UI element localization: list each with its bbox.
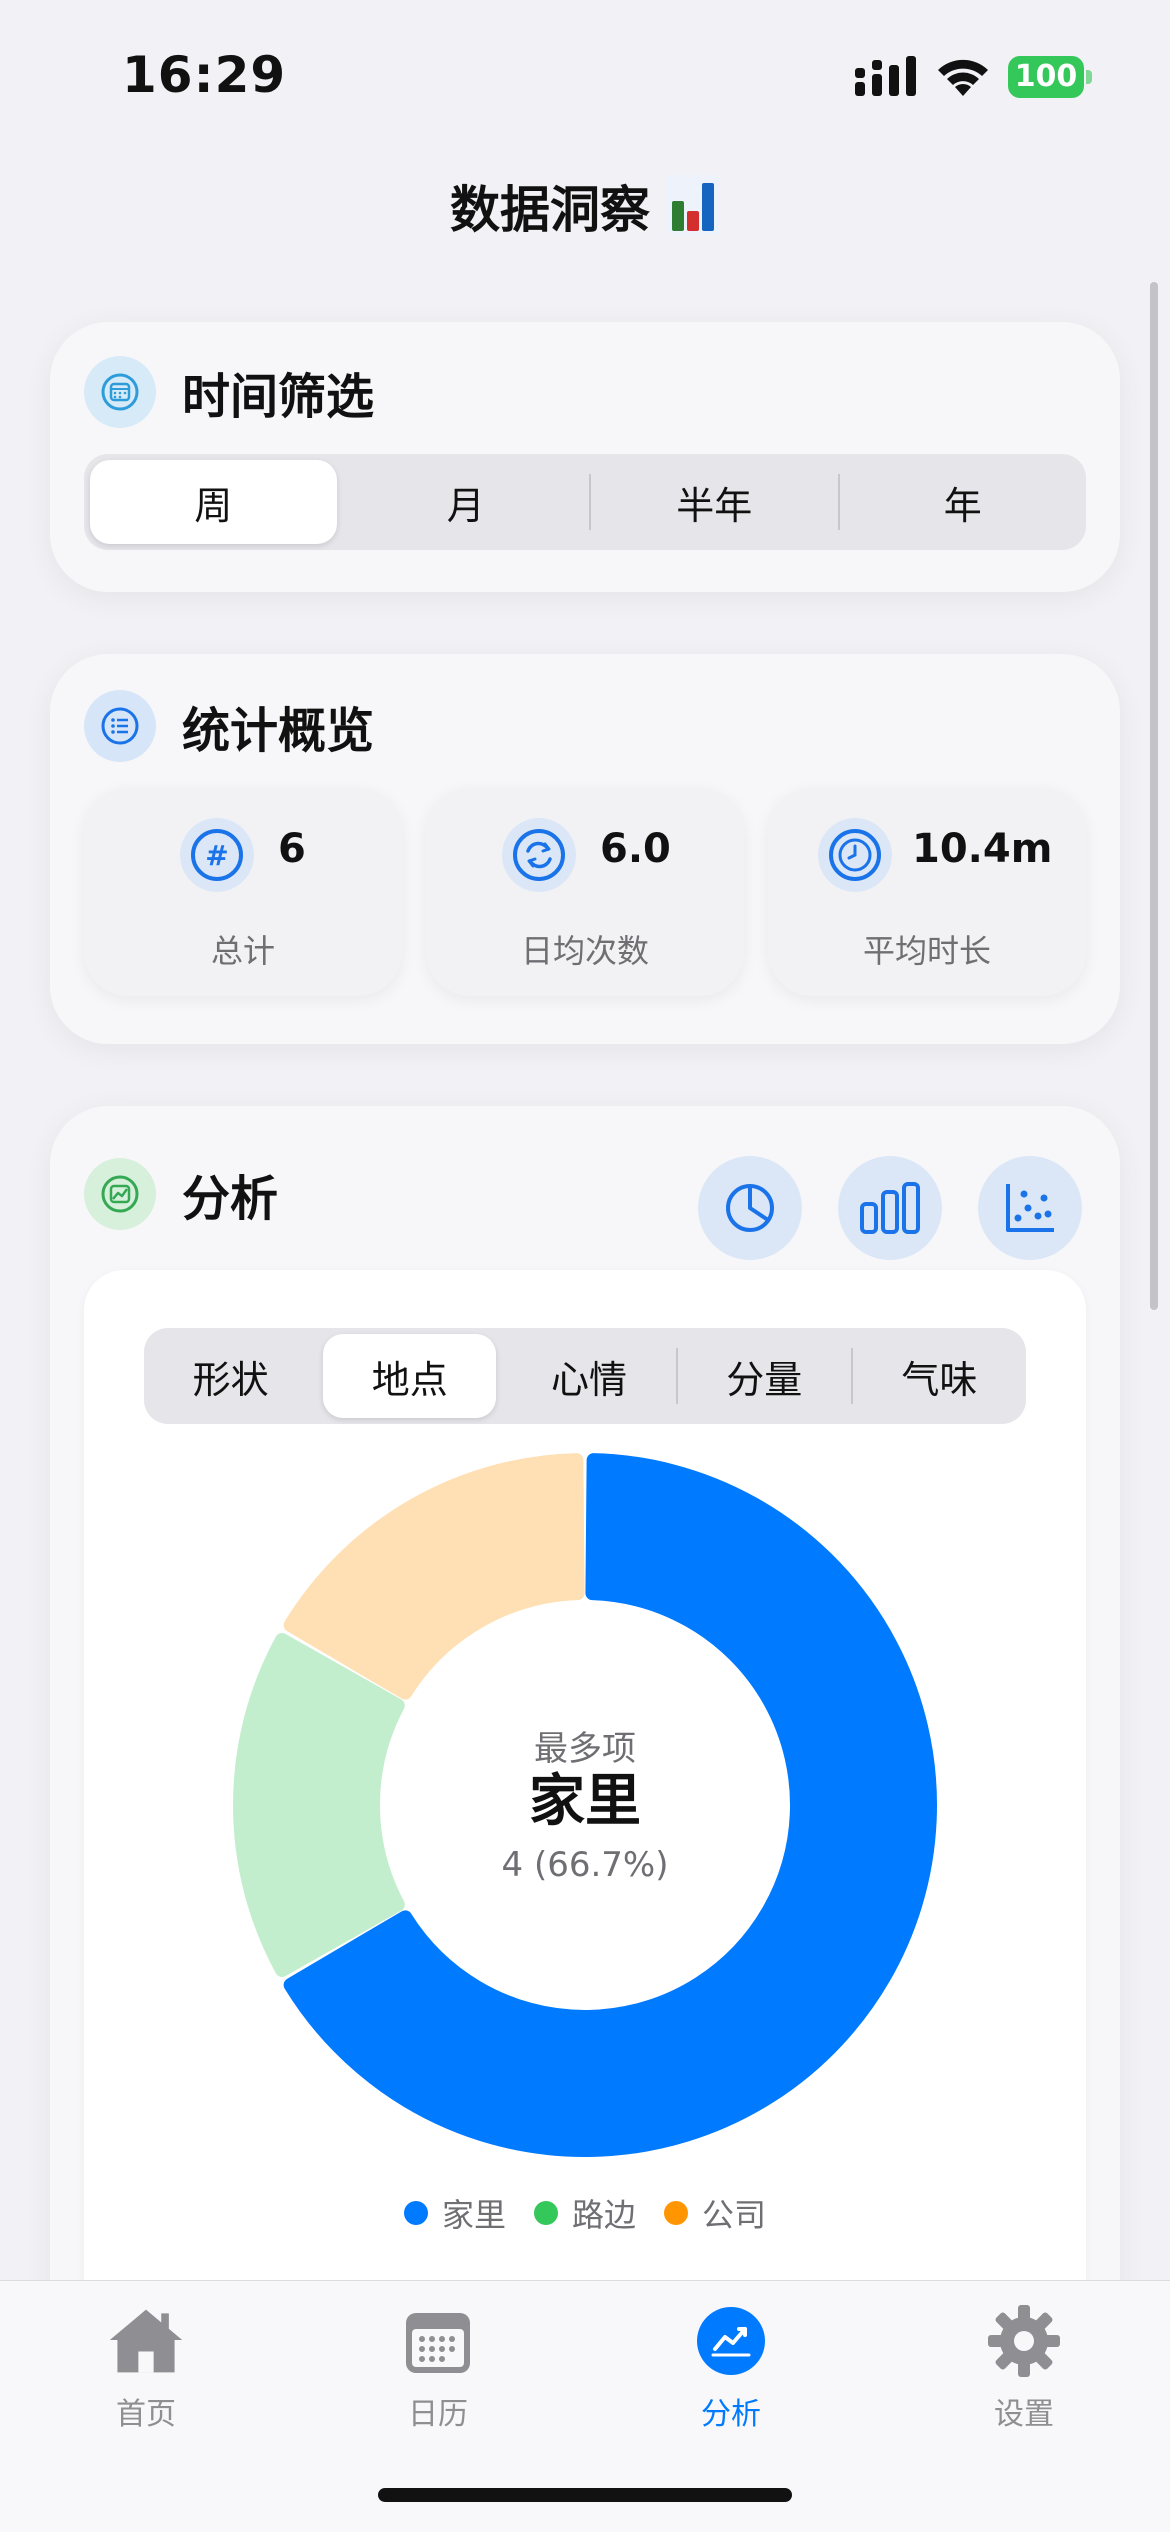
bar-chart-button[interactable] — [838, 1156, 942, 1260]
category-tab-shape[interactable]: 形状 — [144, 1328, 317, 1424]
legend-label-roadside: 路边 — [571, 2196, 636, 2234]
category-tab-location[interactable]: 地点 — [323, 1334, 497, 1418]
tab-home-label: 首页 — [116, 2397, 176, 2432]
overview-title: 统计概览 — [182, 703, 375, 759]
repeat-icon — [502, 818, 576, 892]
time-filter-header: 时间筛选 — [84, 356, 374, 428]
donut-chart: 最多项 家里 4 (66.7%) — [233, 1453, 937, 2157]
page-title: 数据洞察 — [0, 170, 1170, 242]
bar-chart-icon — [860, 1182, 920, 1234]
pie-chart-icon — [726, 1184, 774, 1232]
battery-level: 100 — [1008, 56, 1084, 98]
tab-analysis[interactable]: 分析 — [631, 2301, 831, 2433]
category-tab-smell[interactable]: 气味 — [853, 1328, 1026, 1424]
svg-text:#: # — [205, 839, 228, 872]
overview-card: 统计概览 # 6 总计 6.0 日均次数 10.4m 平均时长 — [50, 654, 1120, 1044]
clock-icon — [818, 818, 892, 892]
legend-label-home: 家里 — [441, 2196, 506, 2234]
donut-center-caption: 最多项 — [534, 1729, 636, 1769]
category-tab-mood[interactable]: 心情 — [502, 1328, 675, 1424]
stat-total-value: 6 — [278, 826, 306, 872]
wifi-icon — [938, 59, 988, 96]
stat-daily-avg-label: 日均次数 — [520, 932, 649, 970]
status-bar: 16:29 100 — [0, 0, 1170, 150]
tab-home[interactable]: 首页 — [46, 2301, 246, 2433]
calendar-icon — [84, 356, 156, 428]
filter-option-week[interactable]: 周 — [90, 460, 337, 544]
tab-calendar[interactable]: 日历 — [338, 2301, 538, 2433]
home-indicator — [378, 2488, 792, 2502]
stat-avg-duration: 10.4m 平均时长 — [768, 788, 1086, 996]
stat-daily-avg-value: 6.0 — [600, 826, 671, 872]
tab-settings-label: 设置 — [994, 2397, 1054, 2432]
time-filter-title: 时间筛选 — [182, 369, 375, 425]
legend-item-roadside: 路边 — [533, 2190, 636, 2236]
analytics-icon — [691, 2301, 771, 2381]
legend-item-office: 公司 — [664, 2190, 766, 2236]
house-icon — [106, 2301, 186, 2381]
bar-chart-emoji-icon — [666, 175, 720, 235]
scatter-chart-button[interactable] — [978, 1156, 1082, 1260]
legend-label-office: 公司 — [702, 2196, 767, 2234]
stat-avg-duration-value: 10.4m — [912, 826, 1053, 872]
cellular-signal-icon — [855, 56, 916, 96]
battery-icon: 100 — [1008, 56, 1092, 98]
trend-chart-icon — [84, 1158, 156, 1230]
time-filter-card: 时间筛选 周 月 半年 年 — [50, 322, 1120, 592]
filter-option-month[interactable]: 月 — [343, 454, 590, 550]
status-time: 16:29 — [122, 46, 287, 104]
tab-settings[interactable]: 设置 — [924, 2301, 1124, 2433]
stat-daily-avg: 6.0 日均次数 — [426, 788, 744, 996]
donut-slice-roadside[interactable] — [233, 1633, 405, 1977]
legend-item-home: 家里 — [403, 2190, 506, 2236]
chart-legend: 家里 路边 公司 — [84, 2190, 1086, 2236]
scatter-chart-icon — [1006, 1184, 1054, 1232]
stat-total-label: 总计 — [210, 932, 275, 970]
donut-slice-office[interactable] — [283, 1453, 585, 1700]
stat-total: # 6 总计 — [84, 788, 402, 996]
analysis-header: 分析 — [84, 1158, 278, 1230]
stat-avg-duration-label: 平均时长 — [862, 932, 991, 970]
time-filter-segment: 周 月 半年 年 — [84, 454, 1086, 550]
overview-header: 统计概览 — [84, 690, 374, 762]
hash-icon: # — [180, 818, 254, 892]
category-tab-amount[interactable]: 分量 — [678, 1328, 851, 1424]
analysis-card: 分析 形状 地点 心情 分量 气味 最多项 家里 4 (66.7%) 家里 路边… — [50, 1106, 1120, 2406]
tab-calendar-label: 日历 — [408, 2397, 468, 2432]
page-title-text: 数据洞察 — [450, 181, 650, 239]
scrollbar[interactable] — [1150, 282, 1158, 1310]
donut-center-detail: 4 (66.7%) — [502, 1845, 669, 1885]
pie-chart-button[interactable] — [698, 1156, 802, 1260]
donut-center-name: 家里 — [529, 1769, 641, 1834]
category-segment: 形状 地点 心情 分量 气味 — [144, 1328, 1026, 1424]
list-icon — [84, 690, 156, 762]
filter-option-year[interactable]: 年 — [840, 454, 1087, 550]
filter-option-half-year[interactable]: 半年 — [591, 454, 838, 550]
analysis-title: 分析 — [182, 1171, 279, 1227]
chart-panel: 形状 地点 心情 分量 气味 最多项 家里 4 (66.7%) 家里 路边 公司 — [84, 1270, 1086, 2330]
gear-icon — [984, 2301, 1064, 2381]
calendar-icon — [398, 2301, 478, 2381]
tab-analysis-label: 分析 — [701, 2397, 761, 2432]
